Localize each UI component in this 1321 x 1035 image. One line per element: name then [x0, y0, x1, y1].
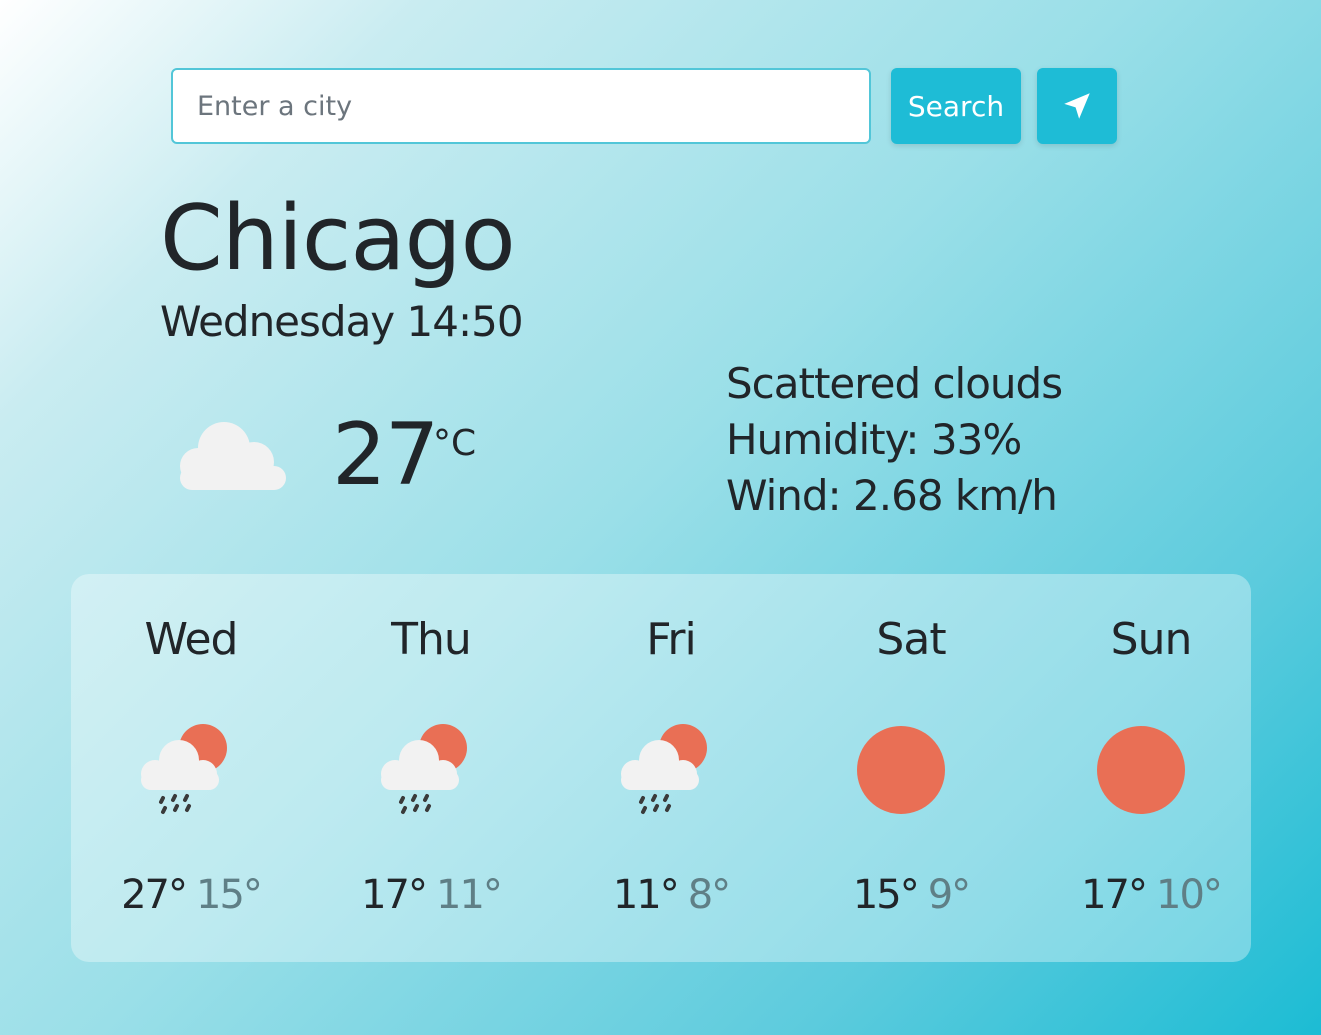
forecast-temps: 15° 9° [791, 870, 1031, 920]
sun-icon [1097, 726, 1185, 814]
forecast-max: 27° [121, 872, 188, 918]
rain-sun-cloud-icon [621, 724, 707, 814]
forecast-day: Sun 17° 10° [1031, 574, 1271, 962]
forecast-day: Fri 11° 8° [551, 574, 791, 962]
humidity: Humidity: 33% [726, 415, 1022, 464]
date-time: Wednesday 14:50 [160, 297, 524, 346]
rain-sun-cloud-icon [381, 724, 467, 814]
weather-details: Scattered clouds Humidity: 33% Wind: 2.6… [726, 356, 1063, 524]
forecast-max: 17° [1081, 872, 1148, 918]
city-name: Chicago [160, 186, 516, 291]
current-temperature: 27 [332, 405, 439, 505]
current-location-button[interactable] [1037, 68, 1117, 144]
temperature-unit[interactable]: °C [433, 420, 476, 468]
forecast-panel: Wed 27° 15° Thu 17° 11° Fri 11° 8° Sat 1… [71, 574, 1251, 962]
forecast-max: 11° [612, 872, 680, 918]
forecast-day: Sat 15° 9° [791, 574, 1031, 962]
sun-icon [857, 726, 945, 814]
forecast-day-name: Wed [144, 614, 239, 665]
forecast-max: 17° [361, 872, 428, 918]
forecast-min: 9° [927, 872, 971, 918]
forecast-temps: 27° 15° [71, 870, 311, 920]
forecast-min: 8° [687, 872, 731, 918]
location-arrow-icon [1064, 93, 1090, 119]
wind: Wind: 2.68 km/h [726, 471, 1058, 520]
forecast-min: 15° [196, 872, 263, 918]
forecast-min: 11° [436, 872, 503, 918]
forecast-max: 15° [852, 872, 920, 918]
forecast-day-name: Thu [391, 614, 472, 665]
forecast-temps: 17° 10° [1031, 870, 1271, 920]
forecast-temps: 17° 11° [311, 870, 551, 920]
forecast-temps: 11° 8° [551, 870, 791, 920]
search-input[interactable] [171, 68, 871, 144]
forecast-day-name: Sat [876, 614, 946, 665]
forecast-min: 10° [1156, 872, 1223, 918]
forecast-day: Thu 17° 11° [311, 574, 551, 962]
rain-sun-cloud-icon [141, 724, 227, 814]
cloud-icon [180, 422, 286, 490]
forecast-day-name: Sun [1110, 614, 1193, 665]
search-button[interactable]: Search [891, 68, 1021, 144]
weather-description: Scattered clouds [726, 359, 1063, 408]
forecast-day-name: Fri [646, 614, 696, 665]
search-bar: Search [171, 68, 1117, 144]
forecast-day: Wed 27° 15° [71, 574, 311, 962]
